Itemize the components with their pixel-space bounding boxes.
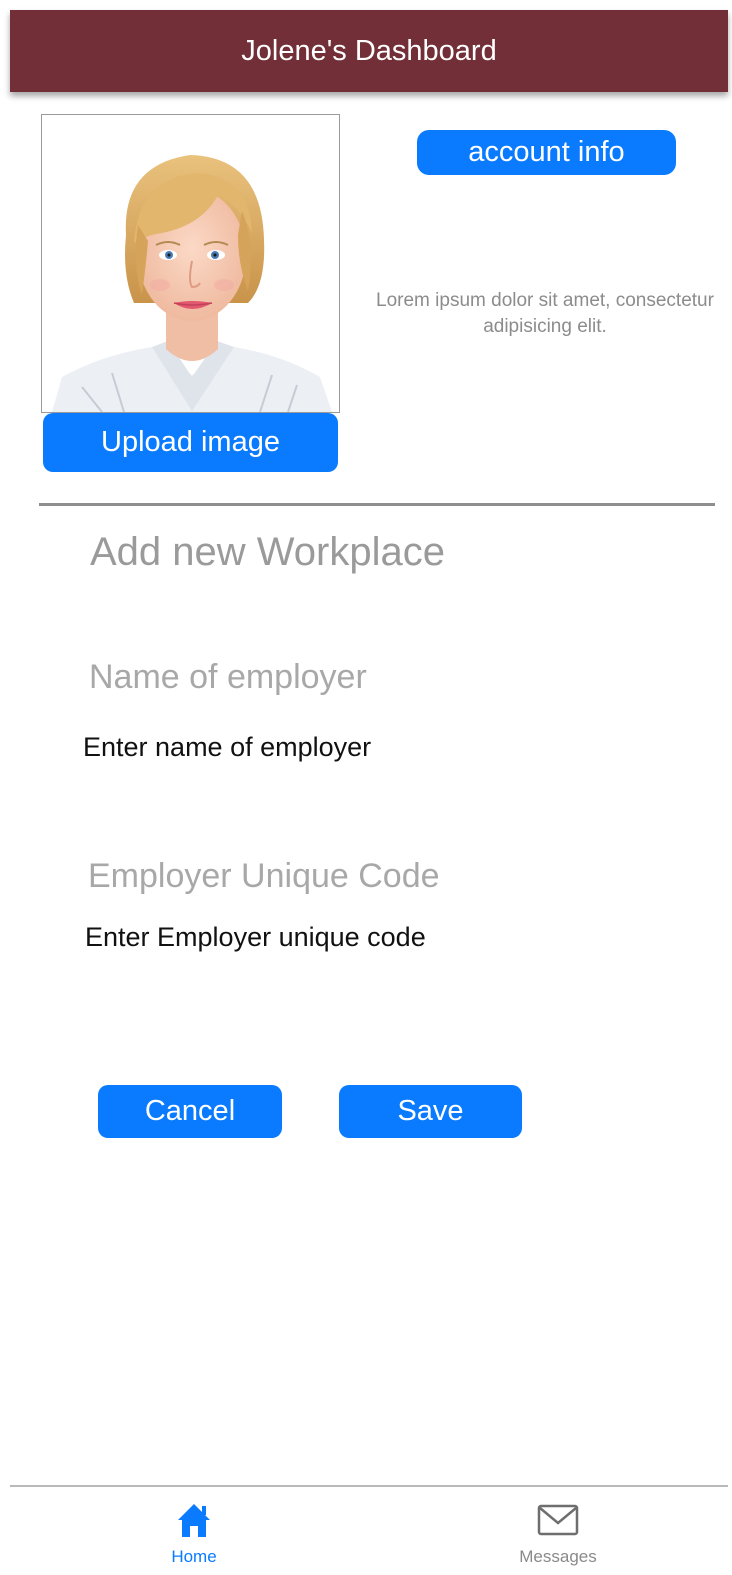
form-title: Add new Workplace xyxy=(90,530,445,574)
tab-messages[interactable]: Messages xyxy=(438,1487,678,1575)
home-icon xyxy=(174,1497,214,1543)
profile-description: Lorem ipsum dolor sit amet, consectetur … xyxy=(376,290,714,337)
cancel-button[interactable]: Cancel xyxy=(98,1085,282,1138)
envelope-icon xyxy=(537,1497,579,1543)
bottom-tab-bar: Home Messages xyxy=(10,1485,728,1575)
tab-messages-label: Messages xyxy=(519,1547,597,1566)
upload-image-button[interactable]: Upload image xyxy=(43,413,338,472)
employer-code-input[interactable] xyxy=(85,917,645,957)
profile-photo xyxy=(41,114,340,413)
tab-home[interactable]: Home xyxy=(74,1487,314,1575)
section-divider xyxy=(39,503,715,506)
tab-home-label: Home xyxy=(171,1547,217,1566)
dashboard-screen: Jolene's Dashboard Upload image account … xyxy=(0,0,732,1575)
account-info-button[interactable]: account info xyxy=(417,130,676,175)
employer-name-input[interactable] xyxy=(83,727,643,767)
employer-name-label: Name of employer xyxy=(89,658,367,696)
employer-code-label: Employer Unique Code xyxy=(88,857,440,895)
save-button[interactable]: Save xyxy=(339,1085,522,1138)
app-header: Jolene's Dashboard xyxy=(10,10,728,92)
profile-photo-image xyxy=(42,115,339,412)
header-title: Jolene's Dashboard xyxy=(241,34,497,67)
